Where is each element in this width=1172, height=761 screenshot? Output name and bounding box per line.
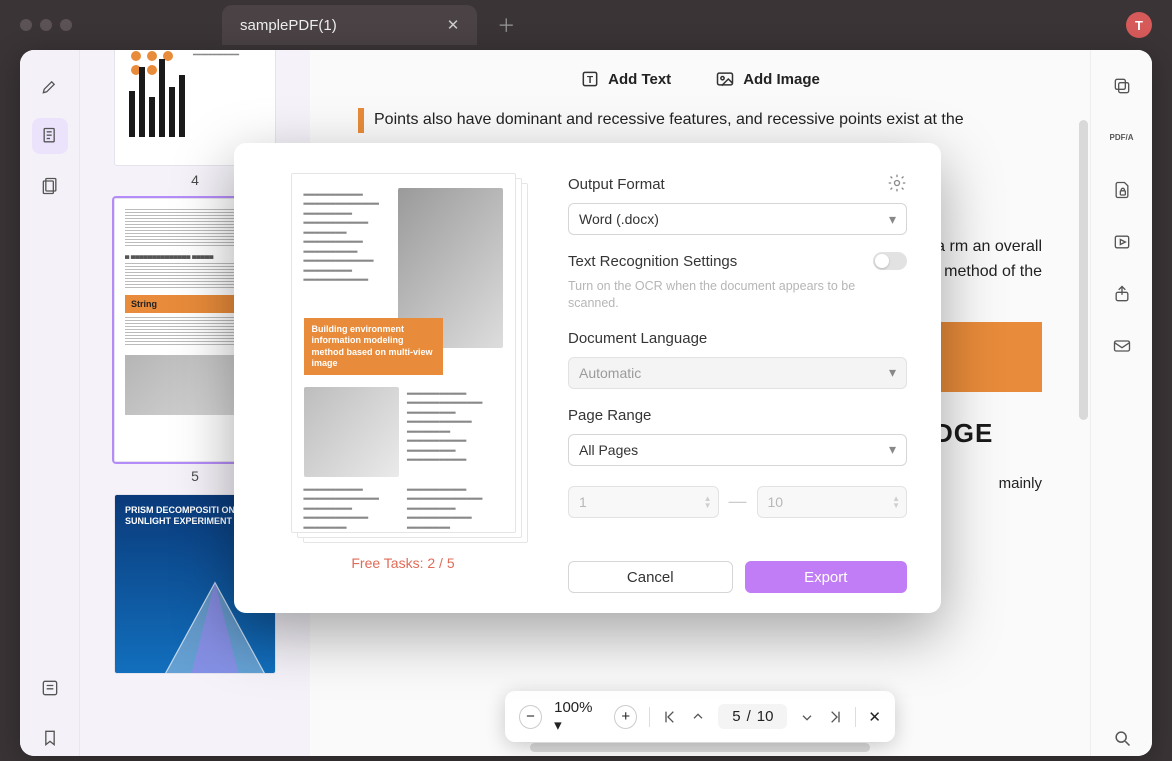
range-start-input: 1 ▲▼: [568, 486, 719, 518]
free-tasks-label: Free Tasks: 2 / 5: [351, 555, 454, 571]
stepper-icon: ▲▼: [892, 495, 900, 509]
range-dash: —: [729, 491, 747, 512]
cancel-button[interactable]: Cancel: [568, 561, 733, 593]
preview-banner: Building environment information modelin…: [304, 318, 443, 375]
export-dialog-overlay: ▂▂▂▂▂▂▂▂▂▂▂▂▂▂▂▂▂▂▂▂▂▂▂▂▂▂▂▂▂▂▂▂▂▂▂▂▂▂▂▂…: [0, 0, 1172, 761]
chevron-down-icon: ▾: [889, 364, 896, 381]
output-format-label: Output Format: [568, 176, 665, 193]
ocr-label: Text Recognition Settings: [568, 253, 737, 270]
chevron-down-icon: ▾: [889, 211, 896, 228]
chevron-down-icon: ▾: [889, 441, 896, 458]
ocr-toggle[interactable]: [873, 252, 907, 270]
settings-gear-icon[interactable]: [887, 173, 907, 193]
export-preview: ▂▂▂▂▂▂▂▂▂▂▂▂▂▂▂▂▂▂▂▂▂▂▂▂▂▂▂▂▂▂▂▂▂▂▂▂▂▂▂▂…: [268, 173, 538, 593]
range-end-input: 10 ▲▼: [757, 486, 908, 518]
ocr-hint: Turn on the OCR when the document appear…: [568, 278, 868, 312]
stepper-icon: ▲▼: [704, 495, 712, 509]
export-dialog: ▂▂▂▂▂▂▂▂▂▂▂▂▂▂▂▂▂▂▂▂▂▂▂▂▂▂▂▂▂▂▂▂▂▂▂▂▂▂▂▂…: [234, 143, 941, 613]
output-format-select[interactable]: Word (.docx) ▾: [568, 203, 907, 235]
export-button[interactable]: Export: [745, 561, 908, 593]
doc-lang-select: Automatic ▾: [568, 357, 907, 389]
preview-page: ▂▂▂▂▂▂▂▂▂▂▂▂▂▂▂▂▂▂▂▂▂▂▂▂▂▂▂▂▂▂▂▂▂▂▂▂▂▂▂▂…: [291, 173, 516, 533]
page-range-label: Page Range: [568, 407, 907, 424]
doc-lang-label: Document Language: [568, 330, 907, 347]
page-range-select[interactable]: All Pages ▾: [568, 434, 907, 466]
